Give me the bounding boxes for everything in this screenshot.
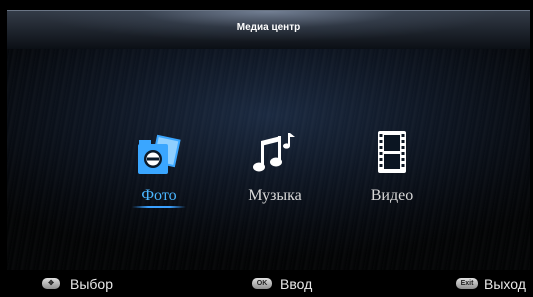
footer-hints: ✥ Выбор OK Ввод Exit Выход (7, 270, 530, 297)
page-title: Медиа центр (236, 22, 301, 33)
media-center-screen: Медиа центр Фото Музыка Видео ✥ Выбор OK… (0, 0, 533, 297)
ok-key-icon: OK (252, 278, 272, 289)
menu-item-label: Фото (141, 187, 177, 204)
title-bar: Медиа центр (7, 11, 530, 49)
menu-item-music[interactable]: Музыка (229, 129, 321, 209)
hint-exit-label: Выход (484, 276, 526, 292)
menu-item-label: Музыка (248, 187, 302, 204)
menu-item-label: Видео (370, 187, 414, 204)
hint-enter-label: Ввод (280, 276, 313, 292)
hint-select-label: Выбор (70, 276, 113, 292)
selection-underline (132, 206, 186, 208)
exit-key-icon: Exit (456, 278, 478, 289)
media-center-panel: Медиа центр Фото Музыка Видео (7, 10, 530, 271)
film-strip-icon (378, 131, 406, 173)
menu-item-video[interactable]: Видео (346, 129, 438, 209)
dpad-key-icon: ✥ (42, 278, 60, 289)
menu-item-photo[interactable]: Фото (113, 129, 205, 209)
music-note-icon (253, 133, 295, 172)
camera-photos-icon (138, 134, 181, 174)
